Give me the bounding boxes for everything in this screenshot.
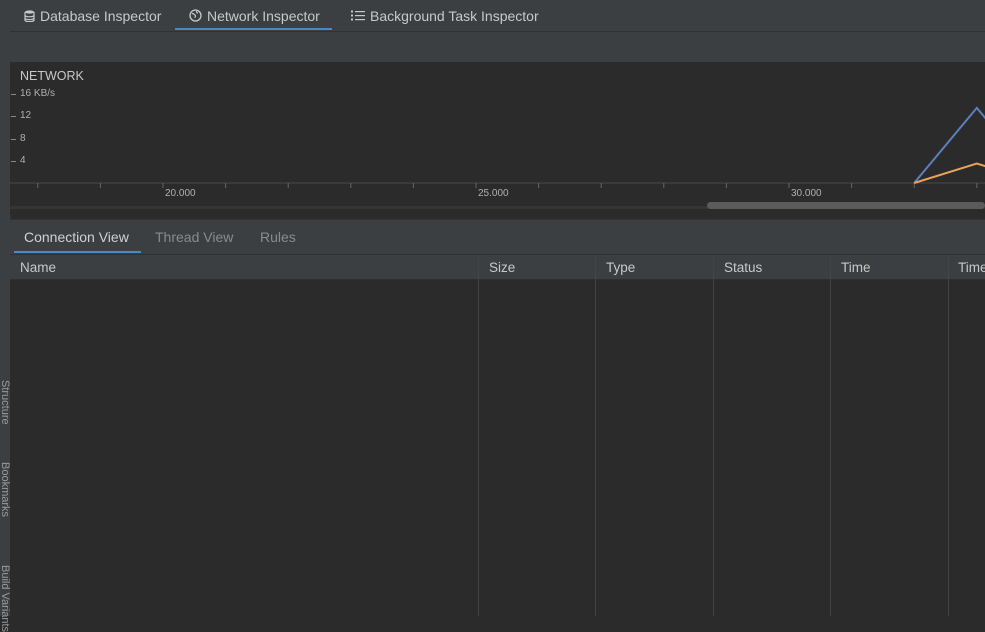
column-divider[interactable] (948, 255, 949, 616)
inspector-toolbar (10, 32, 985, 63)
tab-network-inspector[interactable]: Network Inspector (175, 0, 332, 31)
column-divider[interactable] (713, 255, 714, 616)
connections-table-body[interactable] (10, 280, 985, 616)
tab-connection-view[interactable]: Connection View (14, 220, 141, 254)
tab-label: Database Inspector (40, 7, 162, 24)
x-tick-label: 30.000 (791, 188, 822, 199)
tab-label: Background Task Inspector (370, 7, 539, 24)
tab-database-inspector[interactable]: Database Inspector (24, 0, 161, 31)
column-divider[interactable] (830, 255, 831, 616)
x-tick-label: 20.000 (165, 188, 196, 199)
tab-thread-view[interactable]: Thread View (155, 220, 233, 254)
column-header-timeline[interactable]: Timeline (949, 255, 985, 279)
column-divider[interactable] (595, 255, 596, 616)
view-tab-bar: Connection View Thread View Rules (10, 219, 985, 255)
column-header-size[interactable]: Size (479, 255, 595, 279)
column-header-time[interactable]: Time (831, 255, 948, 279)
column-header-status[interactable]: Status (714, 255, 830, 279)
list-icon (351, 10, 365, 21)
tab-rules[interactable]: Rules (260, 220, 296, 254)
x-tick-label: 25.000 (478, 188, 509, 199)
connections-table-header: Name Size Type Status Time Timeline (10, 255, 985, 280)
sent-series-line (913, 162, 985, 184)
timeline-scrollbar-thumb[interactable] (707, 202, 985, 209)
column-header-type[interactable]: Type (596, 255, 713, 279)
tab-background-task-inspector[interactable]: Background Task Inspector (351, 0, 539, 31)
database-icon (24, 9, 35, 22)
globe-icon (189, 9, 202, 22)
tab-label: Network Inspector (207, 7, 320, 24)
network-chart[interactable]: NETWORK 16 KB/s 12 8 4 20.000 25.000 30.… (10, 62, 985, 214)
column-header-name[interactable]: Name (10, 255, 478, 279)
column-divider[interactable] (478, 255, 479, 616)
inspector-tab-bar: Database Inspector Network Inspector Bac… (10, 0, 985, 32)
